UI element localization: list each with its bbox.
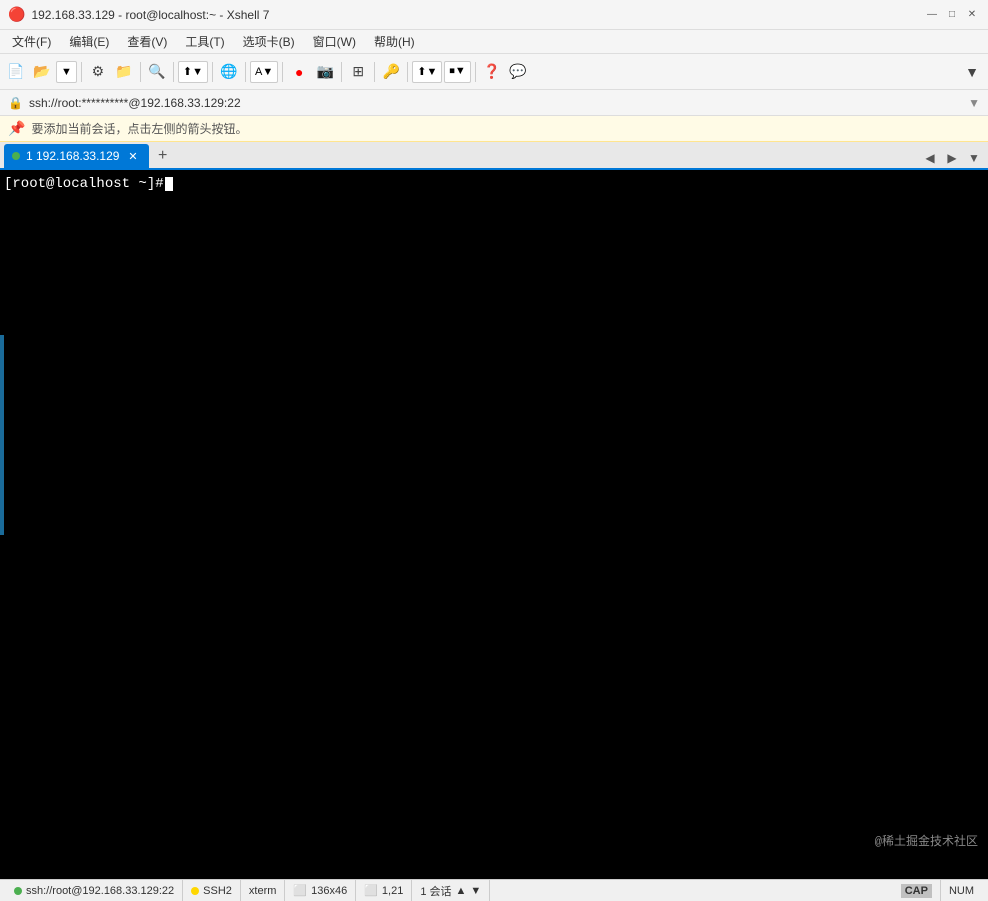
toolbar-upload-dropdown[interactable]: ⬆▼ <box>412 61 442 83</box>
toolbar-red1-btn[interactable]: ● <box>287 60 311 84</box>
position-icon: ⬜ <box>364 884 378 897</box>
tab-status-dot <box>12 152 20 160</box>
sep4 <box>212 62 213 82</box>
sep2 <box>140 62 141 82</box>
status-protocol: SSH2 <box>183 880 241 901</box>
terminal-area[interactable]: [root@localhost ~]# @稀土掘金技术社区 <box>0 170 988 879</box>
status-protocol-text: SSH2 <box>203 885 232 897</box>
toolbar-chat-btn[interactable]: 💬 <box>506 60 530 84</box>
terminal-cursor <box>165 177 173 191</box>
menu-edit[interactable]: 编辑(E) <box>61 31 117 52</box>
tab-add-btn[interactable]: + <box>151 144 175 168</box>
title-bar-left: 🔴 192.168.33.129 - root@localhost:~ - Xs… <box>8 6 269 23</box>
status-num: NUM <box>941 880 982 901</box>
sep6 <box>282 62 283 82</box>
status-protocol-dot <box>191 887 199 895</box>
status-sessions-text: 1 会话 <box>420 883 451 899</box>
status-size-text: 136x46 <box>311 885 347 897</box>
toolbar-expand-btn[interactable]: ▼ <box>960 60 984 84</box>
minimize-button[interactable]: — <box>924 7 940 23</box>
status-bar: ssh://root@192.168.33.129:22 SSH2 xterm … <box>0 879 988 901</box>
address-dropdown-btn[interactable]: ▼ <box>968 96 980 110</box>
notice-icon: 📌 <box>8 120 25 137</box>
toolbar-search-btn[interactable]: 🔍 <box>145 60 169 84</box>
size-icon: ⬜ <box>293 884 307 897</box>
title-bar-text: 192.168.33.129 - root@localhost:~ - Xshe… <box>31 8 269 22</box>
tab-nav-left[interactable]: ◀ <box>920 148 940 168</box>
sep7 <box>341 62 342 82</box>
toolbar-new-btn[interactable]: 📄 <box>4 60 28 84</box>
toolbar-help-btn[interactable]: ❓ <box>480 60 504 84</box>
menu-file[interactable]: 文件(F) <box>4 31 59 52</box>
toolbar-open-btn[interactable]: 📂 <box>30 60 54 84</box>
sep8 <box>374 62 375 82</box>
menu-view[interactable]: 查看(V) <box>119 31 175 52</box>
toolbar-camera-btn[interactable]: 📷 <box>313 60 337 84</box>
title-bar-controls: — □ ✕ <box>924 7 980 23</box>
title-bar: 🔴 192.168.33.129 - root@localhost:~ - Xs… <box>0 0 988 30</box>
tab-label: 1 192.168.33.129 <box>26 149 119 163</box>
toolbar-globe-btn[interactable]: 🌐 <box>217 60 241 84</box>
tab-nav-menu[interactable]: ▼ <box>964 148 984 168</box>
menu-help[interactable]: 帮助(H) <box>366 31 423 52</box>
watermark: @稀土掘金技术社区 <box>875 832 978 849</box>
toolbar-open-dropdown[interactable]: ▼ <box>56 61 77 83</box>
sep1 <box>81 62 82 82</box>
status-terminal-text: xterm <box>249 885 277 897</box>
toolbar-prop-btn[interactable]: ⚙ <box>86 60 110 84</box>
menu-tabs[interactable]: 选项卡(B) <box>235 31 303 52</box>
sep5 <box>245 62 246 82</box>
terminal-prompt: [root@localhost ~]# <box>4 176 984 192</box>
lock-icon: 🔒 <box>8 96 23 110</box>
sep9 <box>407 62 408 82</box>
toolbar-xftp-btn[interactable]: 📁 <box>112 60 136 84</box>
tab-1[interactable]: 1 192.168.33.129 ✕ <box>4 144 149 168</box>
sep3 <box>173 62 174 82</box>
address-text: ssh://root:**********@192.168.33.129:22 <box>29 96 962 110</box>
toolbar-stop-dropdown[interactable]: ⏹▼ <box>444 61 470 83</box>
toolbar-split-btn[interactable]: ⊞ <box>346 60 370 84</box>
status-terminal: xterm <box>241 880 286 901</box>
tab-nav: ◀ ▶ ▼ <box>920 148 984 168</box>
prompt-text: [root@localhost ~]# <box>4 176 164 192</box>
toolbar-key-btn[interactable]: 🔑 <box>379 60 403 84</box>
status-connection: ssh://root@192.168.33.129:22 <box>6 880 183 901</box>
status-sessions: 1 会话 ▲ ▼ <box>412 880 490 901</box>
toolbar-transfer-dropdown[interactable]: ⬆▼ <box>178 61 208 83</box>
app-icon: 🔴 <box>8 6 25 23</box>
status-cap: CAP <box>893 880 941 901</box>
num-label: NUM <box>949 885 974 897</box>
address-bar: 🔒 ssh://root:**********@192.168.33.129:2… <box>0 90 988 116</box>
maximize-button[interactable]: □ <box>944 7 960 23</box>
status-dot <box>14 887 22 895</box>
notice-text: 要添加当前会话，点击左侧的箭头按钮。 <box>31 120 247 137</box>
close-button[interactable]: ✕ <box>964 7 980 23</box>
resize-handle[interactable] <box>0 335 4 535</box>
notice-bar: 📌 要添加当前会话，点击左侧的箭头按钮。 <box>0 116 988 142</box>
status-connection-text: ssh://root@192.168.33.129:22 <box>26 885 174 897</box>
menu-tools[interactable]: 工具(T) <box>177 31 232 52</box>
sessions-nav-up[interactable]: ▲ <box>456 885 467 897</box>
status-position-text: 1,21 <box>382 885 403 897</box>
sep10 <box>475 62 476 82</box>
tab-close-btn[interactable]: ✕ <box>125 149 140 164</box>
tab-bar: 1 192.168.33.129 ✕ + ◀ ▶ ▼ <box>0 142 988 170</box>
sessions-nav-down[interactable]: ▼ <box>470 885 481 897</box>
menu-window[interactable]: 窗口(W) <box>305 31 364 52</box>
toolbar: 📄 📂 ▼ ⚙ 📁 🔍 ⬆▼ 🌐 A▼ ● 📷 ⊞ 🔑 ⬆▼ ⏹▼ ❓ 💬 ▼ <box>0 54 988 90</box>
toolbar-font-dropdown[interactable]: A▼ <box>250 61 278 83</box>
status-size: ⬜ 136x46 <box>285 880 356 901</box>
menu-bar: 文件(F) 编辑(E) 查看(V) 工具(T) 选项卡(B) 窗口(W) 帮助(… <box>0 30 988 54</box>
status-position: ⬜ 1,21 <box>356 880 412 901</box>
cap-label: CAP <box>901 884 932 898</box>
tab-nav-right[interactable]: ▶ <box>942 148 962 168</box>
